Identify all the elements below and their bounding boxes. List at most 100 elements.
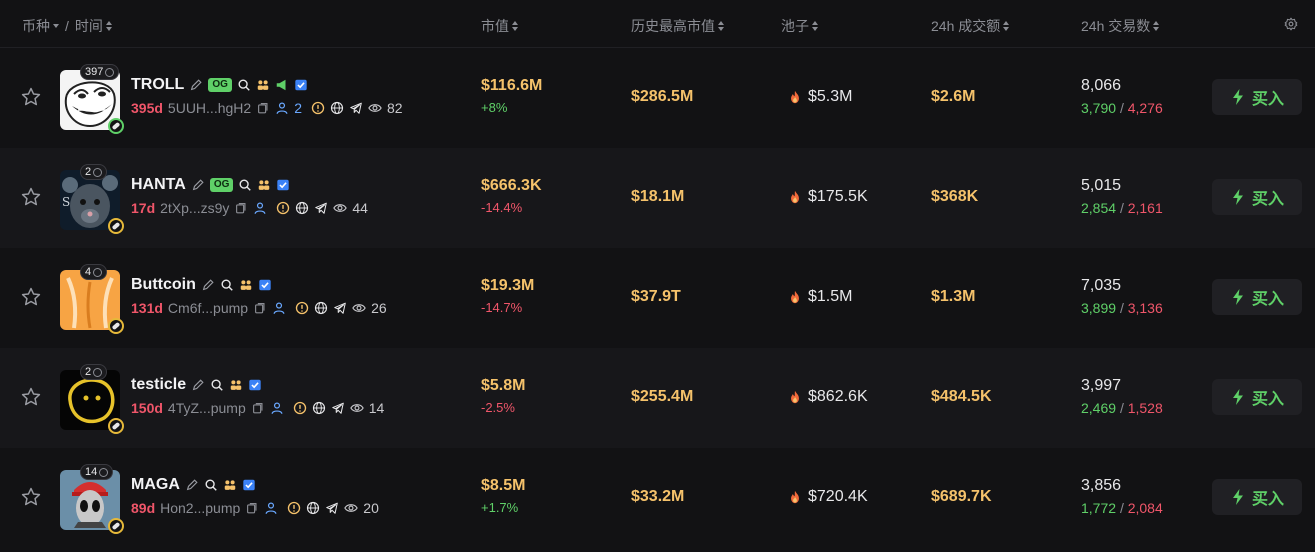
views-eye-icon bbox=[349, 404, 364, 412]
holders-icon bbox=[271, 402, 283, 414]
token-row[interactable]: 397 TROLL OG 395d 5UUH...hgH2 2 82 $116.… bbox=[0, 48, 1315, 148]
telegram-icon[interactable] bbox=[349, 101, 363, 115]
settings-gear-icon[interactable] bbox=[1284, 17, 1298, 31]
edit-pencil-icon[interactable] bbox=[191, 378, 205, 392]
website-globe-icon[interactable] bbox=[306, 501, 320, 515]
token-row[interactable]: 2 testicle 150d 4TyZ...pump 14 $5.8M -2.… bbox=[0, 348, 1315, 448]
sell-count: 2,161 bbox=[1127, 200, 1163, 216]
token-row[interactable]: 4 Buttcoin 131d Cm6f...pump 26 $19.3M -1… bbox=[0, 248, 1315, 348]
buy-button[interactable]: 买入 bbox=[1212, 479, 1302, 515]
token-age: 89d bbox=[131, 500, 156, 516]
views-count: 26 bbox=[371, 300, 387, 316]
token-name[interactable]: Buttcoin bbox=[131, 276, 196, 294]
volume-24h: $2.6M bbox=[931, 88, 976, 105]
warning-icon[interactable] bbox=[293, 401, 307, 415]
fire-icon bbox=[791, 490, 799, 504]
community-icon bbox=[224, 480, 236, 490]
clock-icon bbox=[93, 267, 103, 277]
website-globe-icon[interactable] bbox=[295, 201, 309, 215]
lightning-icon bbox=[1232, 89, 1243, 105]
search-icon[interactable] bbox=[220, 278, 234, 292]
edit-pencil-icon[interactable] bbox=[201, 278, 215, 292]
website-globe-icon[interactable] bbox=[312, 401, 326, 415]
favorite-star-icon[interactable] bbox=[20, 86, 42, 108]
telegram-icon[interactable] bbox=[333, 301, 347, 315]
search-icon[interactable] bbox=[237, 78, 251, 92]
copy-icon[interactable] bbox=[251, 401, 265, 415]
count-badge-value: 397 bbox=[85, 66, 104, 78]
warning-icon[interactable] bbox=[276, 201, 290, 215]
pool-value: $5.3M bbox=[808, 88, 853, 105]
token-avatar[interactable]: 397 bbox=[60, 64, 124, 134]
buy-button[interactable]: 买入 bbox=[1212, 179, 1302, 215]
token-avatar[interactable]: 4 bbox=[60, 264, 124, 334]
copy-icon[interactable] bbox=[245, 501, 259, 515]
search-icon[interactable] bbox=[210, 378, 224, 392]
token-avatar[interactable]: 2 bbox=[60, 364, 124, 434]
pool-value: $862.6K bbox=[808, 388, 868, 405]
search-icon[interactable] bbox=[204, 478, 218, 492]
copy-icon[interactable] bbox=[253, 301, 267, 315]
holders-icon bbox=[273, 302, 285, 314]
pool-header[interactable]: 池子 bbox=[781, 16, 818, 36]
edit-pencil-icon[interactable] bbox=[185, 478, 199, 492]
token-avatar[interactable]: S 2 bbox=[60, 164, 124, 234]
verified-icon bbox=[259, 279, 271, 291]
volume-header[interactable]: 24h 成交额 bbox=[931, 16, 1010, 36]
sort-icon bbox=[1153, 21, 1160, 31]
ath-market-cap: $33.2M bbox=[631, 488, 685, 505]
volume-24h: $484.5K bbox=[931, 388, 992, 405]
verified-icon bbox=[277, 179, 290, 191]
favorite-star-icon[interactable] bbox=[20, 386, 42, 408]
copy-icon[interactable] bbox=[234, 201, 248, 215]
favorite-star-icon[interactable] bbox=[20, 186, 42, 208]
token-sub-line: 131d Cm6f...pump 26 bbox=[131, 299, 387, 317]
favorite-star-icon[interactable] bbox=[20, 486, 42, 508]
coin-sort-button[interactable]: 币种 bbox=[22, 16, 50, 36]
buy-button-label: 买入 bbox=[1251, 391, 1284, 408]
holders-count: 2 bbox=[294, 100, 302, 116]
copy-icon[interactable] bbox=[256, 101, 270, 115]
telegram-icon[interactable] bbox=[331, 401, 345, 415]
token-name[interactable]: testicle bbox=[131, 376, 186, 394]
telegram-icon[interactable] bbox=[314, 201, 328, 215]
buy-button-label: 买入 bbox=[1251, 291, 1284, 308]
txns-header[interactable]: 24h 交易数 bbox=[1081, 16, 1160, 36]
warning-icon[interactable] bbox=[287, 501, 301, 515]
pool-value: $175.5K bbox=[808, 188, 868, 205]
token-row[interactable]: 14 MAGA 89d Hon2...pump 20 $8.5M +1.7% $… bbox=[0, 448, 1315, 548]
volume-24h: $1.3M bbox=[931, 288, 976, 305]
community-icon bbox=[259, 180, 270, 190]
favorite-star-icon[interactable] bbox=[20, 286, 42, 308]
token-name[interactable]: TROLL bbox=[131, 76, 184, 94]
warning-icon[interactable] bbox=[311, 101, 325, 115]
buy-button[interactable]: 买入 bbox=[1212, 79, 1302, 115]
token-age: 150d bbox=[131, 400, 163, 416]
buy-button[interactable]: 买入 bbox=[1212, 279, 1302, 315]
pool-header-label: 池子 bbox=[781, 18, 809, 34]
buy-button[interactable]: 买入 bbox=[1212, 379, 1302, 415]
edit-pencil-icon[interactable] bbox=[191, 178, 205, 192]
contract-address: 2tXp...zs9y bbox=[160, 200, 230, 216]
token-sub-line: 89d Hon2...pump 20 bbox=[131, 499, 379, 517]
website-globe-icon[interactable] bbox=[314, 301, 328, 315]
ath-header[interactable]: 历史最高市值 bbox=[631, 16, 724, 36]
ath-market-cap: $255.4M bbox=[631, 388, 694, 405]
pill-icon bbox=[108, 518, 124, 534]
website-globe-icon[interactable] bbox=[330, 101, 344, 115]
txns-24h: 3,997 bbox=[1081, 377, 1122, 394]
telegram-icon[interactable] bbox=[325, 501, 339, 515]
time-sort-button[interactable]: 时间 bbox=[75, 16, 103, 36]
token-row[interactable]: S 2 HANTA OG 17d 2tXp...zs9y 44 $666.3K … bbox=[0, 148, 1315, 248]
views-count: 82 bbox=[386, 100, 403, 116]
buy-sell-split: 3,899 / 3,136 bbox=[1081, 300, 1163, 316]
token-name[interactable]: HANTA bbox=[131, 176, 186, 194]
search-icon[interactable] bbox=[238, 178, 252, 192]
token-name-line: HANTA OG bbox=[131, 175, 290, 195]
warning-icon[interactable] bbox=[295, 301, 309, 315]
mcap-header[interactable]: 市值 bbox=[481, 16, 518, 36]
token-avatar[interactable]: 14 bbox=[60, 464, 124, 534]
edit-pencil-icon[interactable] bbox=[189, 78, 203, 92]
sort-icon bbox=[512, 21, 518, 31]
token-name[interactable]: MAGA bbox=[131, 476, 180, 494]
